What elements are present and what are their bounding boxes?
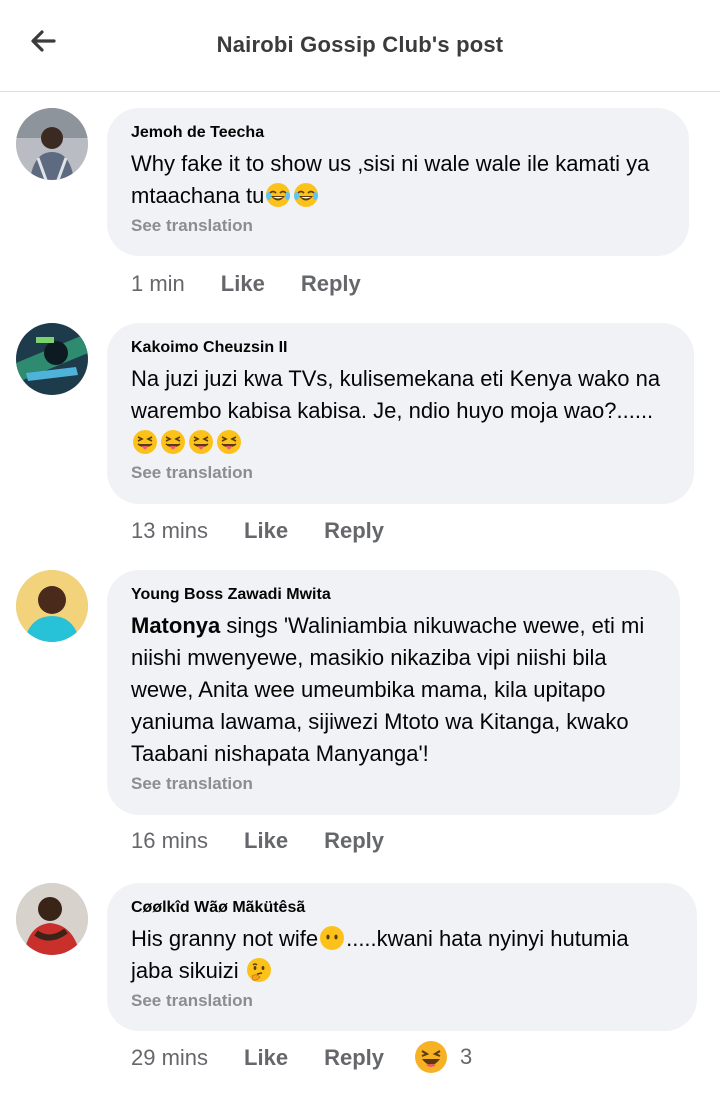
comment-actions: 16 mins Like Reply	[131, 828, 384, 854]
thinking-face-icon	[246, 957, 272, 983]
comment-bubble: Kakoimo Cheuzsin II Na juzi juzi kwa TVs…	[107, 323, 694, 504]
comment-author[interactable]: Cøølkîd Wãø Mãkütêsã	[131, 899, 673, 917]
comment-text: Na juzi juzi kwa TVs, kulisemekana eti K…	[131, 363, 670, 459]
winking-face-with-tongue-icon	[160, 429, 186, 455]
comment-actions: 13 mins Like Reply	[131, 518, 384, 544]
tagged-user[interactable]: Matonya	[131, 613, 220, 638]
comment-text-content: Why fake it to show us ,sisi ni wale wal…	[131, 151, 650, 208]
comment-text: His granny not wife .....kwani hata nyiny…	[131, 923, 673, 987]
comment-bubble: Cøølkîd Wãø Mãkütêsã His granny not wife…	[107, 883, 697, 1031]
see-translation-link[interactable]: See translation	[131, 991, 673, 1011]
comment-timestamp[interactable]: 13 mins	[131, 518, 208, 544]
reply-button[interactable]: Reply	[301, 271, 361, 297]
avatar[interactable]	[16, 108, 88, 180]
reply-button[interactable]: Reply	[324, 1045, 384, 1071]
reply-button[interactable]: Reply	[324, 518, 384, 544]
reply-button[interactable]: Reply	[324, 828, 384, 854]
comment-timestamp[interactable]: 1 min	[131, 271, 185, 297]
reaction-count: 3	[460, 1044, 473, 1069]
page-title: Nairobi Gossip Club's post	[216, 32, 504, 57]
reaction-summary[interactable]: 3	[414, 1040, 472, 1074]
face-with-tears-of-joy-icon	[293, 182, 319, 208]
avatar[interactable]	[16, 570, 88, 642]
see-translation-link[interactable]: See translation	[131, 774, 656, 794]
like-button[interactable]: Like	[244, 1045, 288, 1071]
comment-bubble: Young Boss Zawadi Mwita Matonya sings 'W…	[107, 570, 680, 815]
face-with-tears-of-joy-icon	[265, 182, 291, 208]
comment-bubble: Jemoh de Teecha Why fake it to show us ,…	[107, 108, 689, 256]
winking-face-with-tongue-icon	[132, 429, 158, 455]
see-translation-link[interactable]: See translation	[131, 216, 665, 236]
avatar[interactable]	[16, 323, 88, 395]
comment-timestamp[interactable]: 29 mins	[131, 1045, 208, 1071]
post-header: Nairobi Gossip Club's post	[0, 0, 720, 92]
winking-face-with-tongue-icon	[216, 429, 242, 455]
winking-face-with-tongue-icon	[188, 429, 214, 455]
like-button[interactable]: Like	[221, 271, 265, 297]
comment-text-content: His granny not wife	[131, 926, 319, 951]
see-translation-link[interactable]: See translation	[131, 463, 670, 483]
haha-reaction-icon	[414, 1040, 448, 1074]
comment-actions: 1 min Like Reply	[131, 271, 361, 297]
comment-author[interactable]: Young Boss Zawadi Mwita	[131, 586, 656, 604]
comment-timestamp[interactable]: 16 mins	[131, 828, 208, 854]
face-without-mouth-icon	[319, 925, 345, 951]
avatar[interactable]	[16, 883, 88, 955]
comment-author[interactable]: Jemoh de Teecha	[131, 124, 665, 142]
like-button[interactable]: Like	[244, 518, 288, 544]
comment-author[interactable]: Kakoimo Cheuzsin II	[131, 339, 670, 357]
comment-text-content: Na juzi juzi kwa TVs, kulisemekana eti K…	[131, 366, 661, 423]
like-button[interactable]: Like	[244, 828, 288, 854]
comment-actions: 29 mins Like Reply	[131, 1045, 384, 1071]
comment-text: Why fake it to show us ,sisi ni wale wal…	[131, 148, 665, 212]
comment-text: Matonya sings 'Waliniambia nikuwache wew…	[131, 610, 656, 770]
